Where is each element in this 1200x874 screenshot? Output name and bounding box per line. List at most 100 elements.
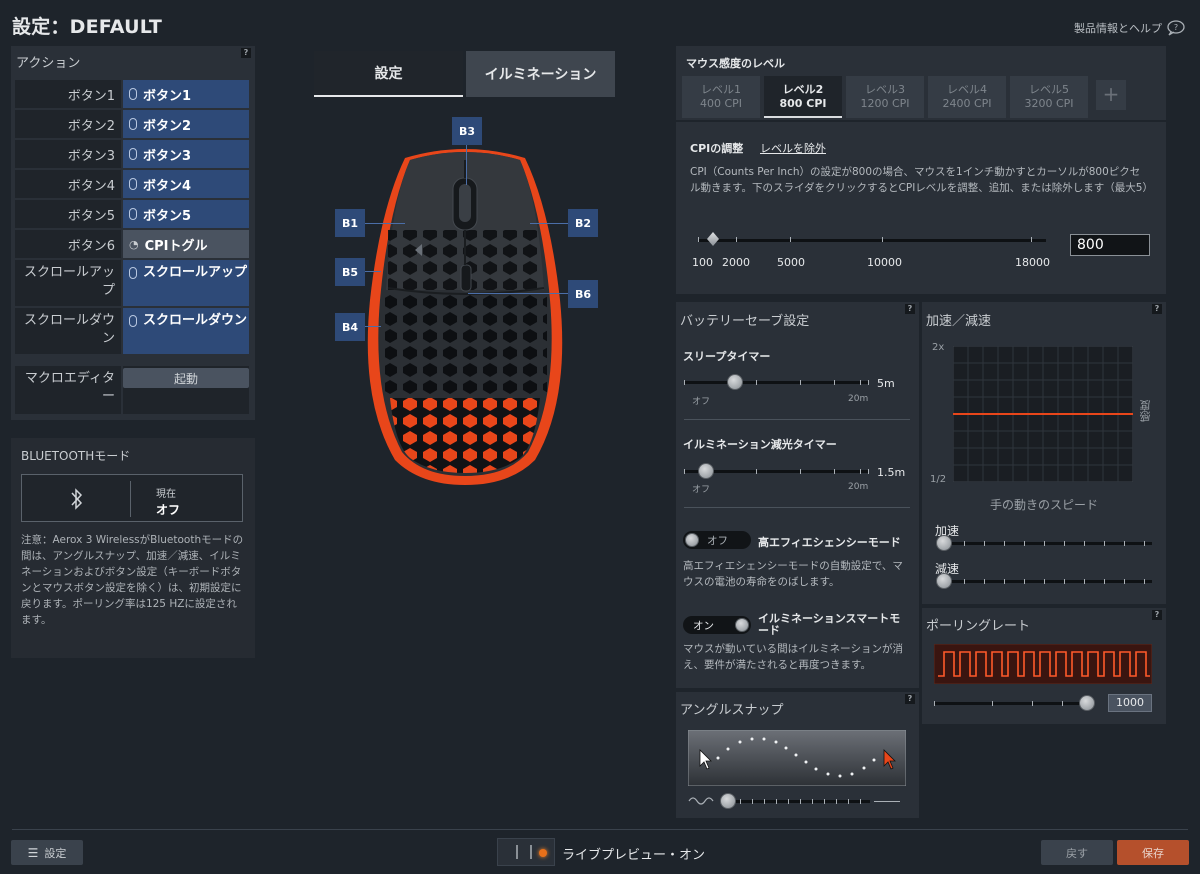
- mouse-button-b3-label[interactable]: B3: [452, 117, 482, 145]
- polling-value[interactable]: 1000: [1108, 694, 1152, 712]
- action-value-button4[interactable]: ボタン4: [123, 170, 249, 198]
- sleep-timer-value: 5m: [877, 377, 895, 390]
- cpi-level-5[interactable]: レベル5 3200 CPI: [1010, 76, 1088, 118]
- cpi-level-4[interactable]: レベル4 2400 CPI: [928, 76, 1006, 118]
- mouse-button-b4-label[interactable]: B4: [335, 313, 365, 341]
- accel-tick: [1144, 541, 1145, 546]
- polling-slider-handle[interactable]: [1079, 695, 1095, 711]
- polling-tick: [1062, 701, 1063, 706]
- cpi-level-name: レベル2: [782, 83, 824, 96]
- angle-snap-handle[interactable]: [720, 793, 736, 809]
- cpi-description: CPI（Counts Per Inch）の設定が800の場合、マウスを1インチ動…: [690, 166, 1153, 194]
- action-value-button1[interactable]: ボタン1: [123, 80, 249, 108]
- straight-line-icon: [874, 801, 900, 802]
- cpi-level-value: 400 CPI: [699, 97, 743, 110]
- sleep-timer-slider[interactable]: [684, 374, 869, 390]
- action-value-scroll-up[interactable]: スクロールアップ: [123, 260, 249, 306]
- mouse-button-b5-label[interactable]: B5: [335, 258, 365, 286]
- angle-snap-slider[interactable]: [720, 793, 870, 809]
- sleep-tick: [860, 380, 861, 385]
- mouse-button-b6-label[interactable]: B6: [568, 280, 598, 308]
- action-label: スクロールアップ: [15, 260, 121, 306]
- polling-slider[interactable]: [934, 695, 1095, 711]
- angle-tick: [836, 799, 837, 804]
- revert-button[interactable]: 戻す: [1041, 840, 1113, 865]
- toggle-knob: [735, 618, 749, 632]
- list-icon: ☰: [27, 845, 39, 860]
- action-value-button3[interactable]: ボタン3: [123, 140, 249, 168]
- cpi-level-value: 2400 CPI: [942, 97, 992, 110]
- accel-x-label: 手の動きのスピード: [990, 498, 1099, 512]
- accel-slider-handle[interactable]: [936, 535, 952, 551]
- bluetooth-title: BLUETOOTHモード: [21, 449, 131, 463]
- action-value-button6[interactable]: ◔ CPIトグル: [123, 230, 249, 258]
- cpi-slider[interactable]: [698, 232, 1046, 246]
- dim-tick: [684, 469, 685, 474]
- angle-tick: [812, 799, 813, 804]
- help-badge[interactable]: ?: [905, 304, 915, 314]
- dim-timer-slider[interactable]: [684, 463, 869, 479]
- accel-slider[interactable]: [936, 535, 1152, 551]
- cpi-tick-label: 5000: [777, 256, 805, 269]
- dim-tick: [834, 469, 835, 474]
- footer-settings-button[interactable]: ☰ 設定: [11, 840, 83, 865]
- cpi-level-3[interactable]: レベル3 1200 CPI: [846, 76, 924, 118]
- dim-tick: [756, 469, 757, 474]
- help-badge[interactable]: ?: [1152, 610, 1162, 620]
- angle-tick: [740, 799, 741, 804]
- decel-slider[interactable]: [936, 573, 1152, 589]
- b2-leader-line: [530, 223, 568, 224]
- tab-illumination[interactable]: イルミネーション: [466, 51, 615, 97]
- mouse-button-b1-label[interactable]: B1: [335, 209, 365, 237]
- add-cpi-level-button[interactable]: +: [1096, 80, 1126, 110]
- mouse-button-b2-label[interactable]: B2: [568, 209, 598, 237]
- cpi-value-input[interactable]: 800: [1070, 234, 1150, 256]
- cpi-level-name: レベル4: [947, 83, 987, 96]
- angle-tick: [860, 799, 861, 804]
- macro-launch-button[interactable]: 起動: [123, 368, 249, 388]
- cpi-tick: [736, 237, 737, 242]
- live-preview-toggle[interactable]: [497, 838, 555, 866]
- action-value-scroll-down[interactable]: スクロールダウン: [123, 308, 249, 354]
- save-button[interactable]: 保存: [1117, 840, 1189, 865]
- cpi-title: マウス感度のレベル: [686, 57, 785, 70]
- action-label: ボタン6: [15, 230, 121, 258]
- battery-divider: [684, 507, 910, 508]
- acceleration-panel: ? 加速／減速 2x 1/2 感度 手の動きのスピード 加速 減速: [922, 302, 1166, 604]
- action-value-button2[interactable]: ボタン2: [123, 110, 249, 138]
- action-value-button5[interactable]: ボタン5: [123, 200, 249, 228]
- cpi-panel-divider: [676, 120, 1166, 122]
- accel-y-bottom: 1/2: [930, 474, 947, 485]
- page-title: 設定：DEFAULT: [12, 16, 163, 38]
- cpi-slider-handle[interactable]: [707, 232, 719, 246]
- cpi-level-1[interactable]: レベル1 400 CPI: [682, 76, 760, 118]
- decel-tick: [964, 579, 965, 584]
- dim-slider-handle[interactable]: [698, 463, 714, 479]
- help-badge[interactable]: ?: [905, 694, 915, 704]
- cpi-tick-label: 100: [692, 256, 713, 269]
- tab-settings[interactable]: 設定: [314, 51, 463, 97]
- action-value-text: ボタン3: [143, 148, 192, 164]
- macro-editor-row: マクロエディター 起動: [15, 366, 249, 414]
- sleep-slider-handle[interactable]: [727, 374, 743, 390]
- toggle-grip-icon: [516, 845, 532, 859]
- help-badge[interactable]: ?: [1152, 304, 1162, 314]
- decel-slider-handle[interactable]: [936, 573, 952, 589]
- cpi-level-name: レベル1: [701, 83, 741, 96]
- cpi-remove-level-link[interactable]: レベルを除外: [760, 140, 826, 156]
- action-row-button6: ボタン6 ◔ CPIトグル: [15, 230, 249, 258]
- sleep-tick: [868, 380, 869, 385]
- high-efficiency-toggle[interactable]: オフ: [683, 531, 751, 549]
- action-label: ボタン1: [15, 80, 121, 108]
- acceleration-graph: [953, 346, 1133, 482]
- bluetooth-status-box[interactable]: 現在 オフ: [21, 474, 243, 522]
- decel-tick: [1024, 579, 1025, 584]
- help-link[interactable]: 製品情報とヘルプ ?: [1074, 20, 1188, 36]
- cpi-tick-label: 2000: [722, 256, 750, 269]
- cpi-level-2[interactable]: レベル2 800 CPI: [764, 76, 842, 118]
- help-link-label: 製品情報とヘルプ: [1074, 22, 1162, 35]
- cpi-level-name: レベル3: [865, 83, 905, 96]
- help-badge[interactable]: ?: [241, 48, 251, 58]
- b1-leader-line: [365, 223, 405, 224]
- smart-illumination-toggle[interactable]: オン: [683, 616, 751, 634]
